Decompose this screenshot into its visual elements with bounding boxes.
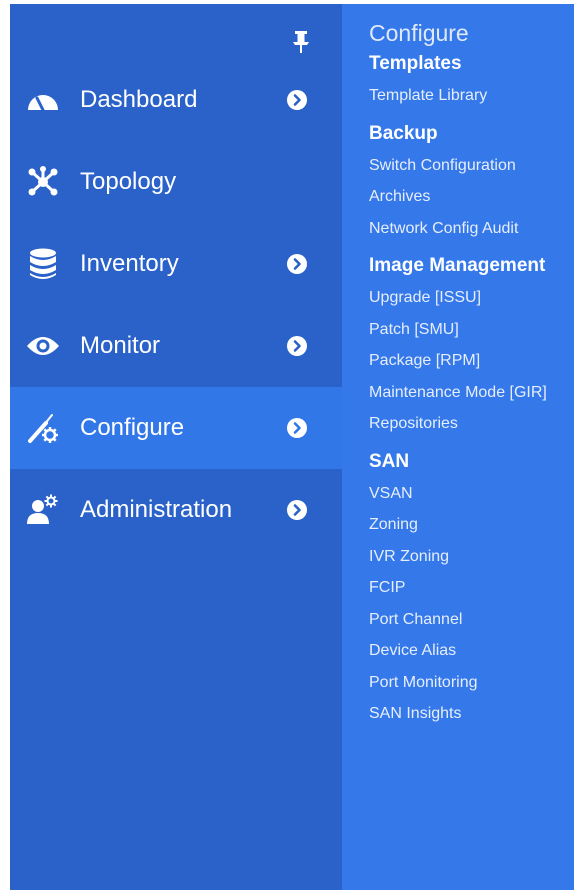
section-heading: Templates [369, 53, 462, 74]
menu-item-package-rpm[interactable]: Package [RPM] [369, 345, 574, 377]
configure-submenu-panel: Configure Templates Template Library Bac… [342, 4, 574, 890]
chevron-right-icon[interactable] [286, 89, 308, 111]
menu-item-network-config-audit[interactable]: Network Config Audit [369, 213, 574, 245]
section-heading: Backup [369, 122, 438, 144]
nav-label-administration: Administration [80, 496, 233, 523]
nav-label-topology: Topology [80, 168, 177, 195]
wrench-gear-icon [26, 411, 60, 445]
menu-item-san-insights[interactable]: SAN Insights [369, 698, 574, 730]
menu-item-fcip[interactable]: FCIP [369, 572, 574, 604]
nav-label-monitor: Monitor [80, 332, 161, 359]
menu-item-port-monitoring[interactable]: Port Monitoring [369, 667, 574, 699]
eye-icon [26, 329, 60, 363]
panel-title: Configure [369, 20, 469, 46]
chevron-right-icon[interactable] [286, 417, 308, 439]
sidebar-nav: Dashboard Topology Inventory Monitor Con… [10, 4, 342, 890]
nav-item-inventory[interactable]: Inventory [10, 223, 342, 305]
database-icon [26, 247, 60, 281]
nav-item-dashboard[interactable]: Dashboard [10, 59, 342, 141]
menu-item-maintenance-mode-gir[interactable]: Maintenance Mode [GIR] [369, 377, 574, 409]
menu-item-patch-smu[interactable]: Patch [SMU] [369, 314, 574, 346]
section-backup: Backup Switch Configuration Archives Net… [369, 122, 574, 245]
menu-item-upgrade-issu[interactable]: Upgrade [ISSU] [369, 282, 574, 314]
topology-icon [26, 165, 60, 199]
chevron-right-icon[interactable] [286, 253, 308, 275]
dashboard-gauge-icon [26, 83, 60, 117]
menu-item-device-alias[interactable]: Device Alias [369, 635, 574, 667]
pin-icon[interactable] [290, 30, 312, 54]
menu-item-vsan[interactable]: VSAN [369, 478, 574, 510]
nav-item-administration[interactable]: Administration [10, 469, 342, 551]
nav-item-topology[interactable]: Topology [10, 141, 342, 223]
menu-item-port-channel[interactable]: Port Channel [369, 604, 574, 636]
nav-label-inventory: Inventory [80, 250, 179, 277]
nav-label-configure: Configure [80, 414, 185, 441]
section-heading: Image Management [369, 255, 546, 276]
nav-list: Dashboard Topology Inventory Monitor Con… [10, 59, 342, 551]
nav-label-dashboard: Dashboard [80, 86, 198, 113]
app-frame: Dashboard Topology Inventory Monitor Con… [10, 4, 574, 890]
nav-item-configure[interactable]: Configure [10, 387, 342, 469]
chevron-right-icon[interactable] [286, 499, 308, 521]
section-san: SAN VSAN Zoning IVR Zoning FCIP Port Cha… [369, 450, 574, 730]
menu-item-zoning[interactable]: Zoning [369, 509, 574, 541]
user-gear-icon [26, 493, 60, 527]
section-templates: Templates Template Library [369, 52, 574, 112]
menu-item-ivr-zoning[interactable]: IVR Zoning [369, 541, 574, 573]
menu-item-repositories[interactable]: Repositories [369, 408, 574, 440]
menu-item-switch-configuration[interactable]: Switch Configuration [369, 150, 574, 182]
menu-item-archives[interactable]: Archives [369, 181, 574, 213]
nav-item-monitor[interactable]: Monitor [10, 305, 342, 387]
menu-item-template-library[interactable]: Template Library [369, 80, 574, 112]
section-image-management: Image Management Upgrade [ISSU] Patch [S… [369, 254, 574, 440]
section-heading: SAN [369, 450, 410, 472]
chevron-right-icon[interactable] [286, 335, 308, 357]
